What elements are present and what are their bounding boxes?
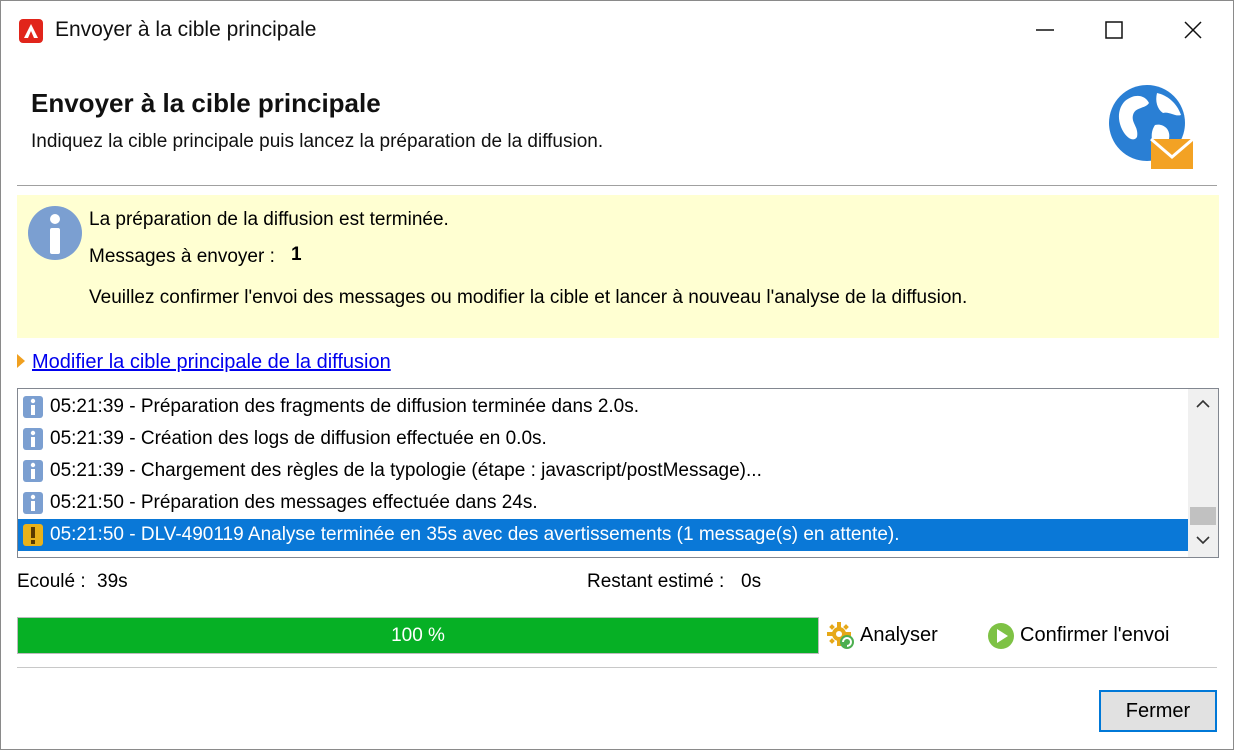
elapsed-value: 39s bbox=[97, 571, 128, 592]
modify-target-link[interactable]: Modifier la cible principale de la diffu… bbox=[32, 351, 391, 374]
log-row[interactable]: 05:21:39 - Préparation des fragments de … bbox=[18, 391, 1188, 423]
confirm-send-button[interactable]: Confirmer l'envoi bbox=[986, 619, 1206, 653]
remaining-value: 0s bbox=[741, 571, 762, 592]
log-row-text: 05:21:39 - Préparation des fragments de … bbox=[50, 396, 640, 417]
log-scrollbar[interactable] bbox=[1188, 389, 1218, 557]
analyze-label: Analyser bbox=[860, 624, 938, 646]
progress-label: 100 % bbox=[391, 625, 445, 646]
play-icon bbox=[986, 621, 1016, 651]
confirm-instruction: Veuillez confirmer l'envoi des messages … bbox=[89, 287, 968, 308]
analyze-button[interactable]: Analyser bbox=[826, 619, 966, 653]
warning-icon bbox=[22, 523, 44, 547]
log-row-text: 05:21:39 - Chargement des règles de la t… bbox=[50, 460, 762, 481]
messages-count-label: Messages à envoyer : bbox=[89, 246, 275, 267]
messages-count-value: 1 bbox=[291, 244, 302, 265]
log-list[interactable]: 05:21:39 - Préparation des fragments de … bbox=[17, 388, 1219, 558]
confirm-send-label: Confirmer l'envoi bbox=[1020, 624, 1170, 646]
info-icon bbox=[27, 205, 83, 265]
info-icon bbox=[22, 491, 44, 515]
header-divider bbox=[17, 185, 1217, 186]
title-bar: Envoyer à la cible principale bbox=[1, 1, 1233, 63]
info-icon bbox=[22, 395, 44, 419]
globe-envelope-icon bbox=[1105, 81, 1197, 173]
log-row-text: 05:21:50 - DLV-490119 Analyse terminée e… bbox=[50, 524, 900, 545]
remaining-label: Restant estimé : bbox=[587, 571, 725, 592]
page-subtitle: Indiquez la cible principale puis lancez… bbox=[31, 131, 604, 152]
info-icon bbox=[22, 459, 44, 483]
elapsed-label: Ecoulé : bbox=[17, 571, 86, 592]
log-row[interactable]: 05:21:50 - Préparation des messages effe… bbox=[18, 487, 1188, 519]
log-row-text: 05:21:50 - Préparation des messages effe… bbox=[50, 492, 538, 513]
link-arrow-icon bbox=[17, 354, 25, 368]
log-row-text: 05:21:39 - Création des logs de diffusio… bbox=[50, 428, 547, 449]
log-row[interactable]: 05:21:39 - Création des logs de diffusio… bbox=[18, 423, 1188, 455]
window-title: Envoyer à la cible principale bbox=[55, 18, 317, 41]
preparation-status: La préparation de la diffusion est termi… bbox=[89, 209, 449, 230]
footer-divider bbox=[17, 667, 1217, 668]
info-panel: La préparation de la diffusion est termi… bbox=[17, 195, 1219, 338]
scroll-down-icon[interactable] bbox=[1196, 535, 1210, 545]
adobe-app-icon bbox=[19, 19, 43, 43]
close-window-button[interactable] bbox=[1163, 11, 1223, 49]
maximize-button[interactable] bbox=[1084, 11, 1144, 49]
scroll-up-icon[interactable] bbox=[1196, 399, 1210, 409]
scrollbar-thumb[interactable] bbox=[1190, 507, 1216, 525]
dialog-window: Envoyer à la cible principale Envoyer à … bbox=[0, 0, 1234, 750]
close-button[interactable]: Fermer bbox=[1099, 690, 1217, 732]
log-row[interactable]: 05:21:50 - DLV-490119 Analyse terminée e… bbox=[18, 519, 1188, 551]
info-icon bbox=[22, 427, 44, 451]
page-title: Envoyer à la cible principale bbox=[31, 88, 381, 118]
gear-refresh-icon bbox=[826, 621, 856, 651]
progress-bar: 100 % bbox=[17, 617, 819, 654]
minimize-button[interactable] bbox=[1015, 11, 1075, 49]
log-row[interactable]: 05:21:39 - Chargement des règles de la t… bbox=[18, 455, 1188, 487]
